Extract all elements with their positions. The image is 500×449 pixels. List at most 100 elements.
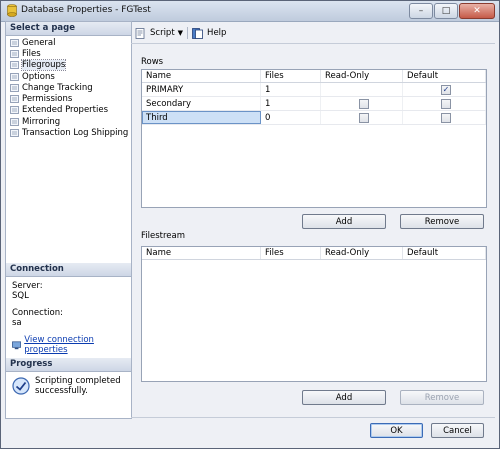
page-item-label: Transaction Log Shipping: [22, 128, 129, 139]
title-bar: Database Properties - FGTest – □ ✕: [1, 1, 499, 22]
page-list: General Files Filegroups Options Change Trac…: [6, 36, 131, 139]
page-icon: [10, 95, 19, 103]
minimize-icon: –: [418, 6, 424, 16]
rows-grid-body: PRIMARY 1 ✓ Secondary 1 Third 0: [142, 83, 486, 125]
default-cell: ✓: [403, 83, 486, 96]
default-checkbox[interactable]: [441, 113, 451, 123]
name-cell[interactable]: PRIMARY: [142, 83, 261, 96]
default-cell: [403, 111, 486, 124]
column-header-read-only[interactable]: Read-Only: [321, 70, 403, 82]
filestream-grid[interactable]: Name Files Read-Only Default: [141, 246, 487, 382]
page-item-files[interactable]: Files: [10, 48, 131, 59]
page-item-label: Extended Properties: [22, 105, 109, 116]
toolbar: Script ▼ Help: [135, 25, 226, 41]
page-item-change-tracking[interactable]: Change Tracking: [10, 82, 131, 93]
script-button[interactable]: Script ▼: [135, 27, 183, 39]
filestream-remove-label: Remove: [424, 392, 460, 403]
minimize-button[interactable]: –: [409, 3, 433, 19]
column-header-default[interactable]: Default: [403, 70, 486, 82]
default-cell: [403, 97, 486, 110]
select-page-heading: Select a page: [6, 22, 131, 36]
page-item-label: Mirroring: [22, 116, 61, 127]
maximize-icon: □: [441, 6, 451, 16]
table-row[interactable]: Secondary 1: [142, 97, 486, 111]
rows-section-label: Rows: [141, 57, 164, 67]
page-icon: [10, 38, 19, 47]
page-item-filegroups[interactable]: Filegroups: [10, 59, 131, 72]
table-row[interactable]: PRIMARY 1 ✓: [142, 83, 486, 97]
page-icon: [10, 50, 19, 58]
close-icon: ✕: [473, 6, 481, 16]
page-icon: [10, 106, 19, 115]
rows-add-button[interactable]: Add: [302, 214, 386, 229]
connection-value: sa: [12, 318, 22, 328]
page-item-extended-properties[interactable]: Extended Properties: [10, 105, 131, 116]
read-only-checkbox[interactable]: [359, 113, 369, 123]
right-pane: Script ▼ Help Rows Name Files Read-Only …: [131, 21, 495, 417]
server-value: SQL: [12, 291, 29, 301]
rows-grid[interactable]: Name Files Read-Only Default PRIMARY 1 ✓ Se…: [141, 69, 487, 208]
script-icon: [135, 27, 145, 39]
default-checkbox[interactable]: [441, 99, 451, 109]
help-icon: [192, 27, 203, 39]
page-item-label: Filegroups: [20, 59, 67, 72]
page-icon: [10, 83, 19, 92]
page-item-permissions[interactable]: Permissions: [10, 93, 131, 104]
close-button[interactable]: ✕: [459, 3, 495, 19]
page-item-mirroring[interactable]: Mirroring: [10, 116, 131, 127]
column-header-read-only[interactable]: Read-Only: [321, 247, 403, 259]
rows-grid-header: Name Files Read-Only Default: [142, 70, 486, 83]
default-checkbox[interactable]: ✓: [441, 85, 451, 95]
read-only-cell: [321, 97, 403, 110]
page-item-label: Files: [22, 48, 41, 59]
server-label: Server:: [12, 281, 43, 291]
toolbar-separator: [187, 27, 189, 39]
files-cell: 1: [261, 97, 321, 110]
page-item-general[interactable]: General: [10, 37, 131, 48]
column-header-files[interactable]: Files: [261, 247, 321, 259]
page-item-label: General: [22, 37, 56, 48]
column-header-name[interactable]: Name: [142, 247, 261, 259]
table-row[interactable]: Third 0: [142, 111, 486, 125]
rows-remove-button[interactable]: Remove: [400, 214, 484, 229]
column-header-name[interactable]: Name: [142, 70, 261, 82]
database-icon: [7, 4, 17, 17]
left-pane: Select a page General Files Filegroups Opti…: [5, 21, 132, 419]
database-properties-window: Database Properties - FGTest – □ ✕ Selec…: [0, 0, 500, 449]
rows-remove-label: Remove: [424, 216, 460, 227]
progress-heading: Progress: [6, 358, 131, 372]
help-button[interactable]: Help: [192, 27, 227, 39]
rows-add-label: Add: [335, 216, 353, 227]
page-icon: [10, 61, 19, 70]
name-cell[interactable]: Secondary: [142, 97, 261, 110]
script-label: Script: [150, 28, 175, 38]
filestream-add-label: Add: [335, 392, 353, 403]
view-connection-properties-link[interactable]: View connection properties: [24, 335, 131, 355]
page-item-label: Options: [22, 71, 55, 82]
cancel-label: Cancel: [443, 425, 472, 436]
column-header-files[interactable]: Files: [261, 70, 321, 82]
page-icon: [10, 129, 19, 137]
name-cell[interactable]: Third: [142, 111, 261, 124]
maximize-button[interactable]: □: [434, 3, 458, 19]
progress-line-2: successfully.: [35, 385, 88, 396]
footer-divider: [131, 417, 495, 418]
dropdown-arrow-icon[interactable]: ▼: [178, 29, 183, 37]
page-icon: [10, 72, 19, 81]
column-header-default[interactable]: Default: [403, 247, 486, 259]
filestream-add-button[interactable]: Add: [302, 390, 386, 405]
page-item-options[interactable]: Options: [10, 71, 131, 82]
cancel-button[interactable]: Cancel: [431, 423, 484, 438]
read-only-cell: [321, 83, 403, 96]
success-check-icon: [12, 377, 30, 395]
connection-heading: Connection: [6, 263, 131, 277]
connection-properties-icon: [12, 340, 22, 349]
filestream-grid-header: Name Files Read-Only Default: [142, 247, 486, 260]
read-only-checkbox[interactable]: [359, 99, 369, 109]
ok-button[interactable]: OK: [370, 423, 423, 438]
page-item-label: Change Tracking: [22, 82, 93, 93]
filestream-section-label: Filestream: [141, 231, 186, 241]
filestream-remove-button[interactable]: Remove: [400, 390, 484, 405]
page-item-transaction-log-shipping[interactable]: Transaction Log Shipping: [10, 127, 131, 138]
help-label: Help: [207, 28, 227, 38]
